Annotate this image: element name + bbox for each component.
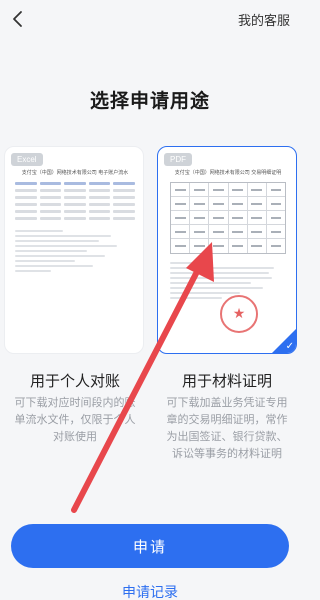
chevron-left-icon [13, 11, 22, 27]
my-service-link[interactable]: 我的客服 [238, 10, 290, 29]
excel-preview: 支付宝（中国）网络技术有限公司 电子账户流水 [15, 169, 135, 275]
option-label-personal-reconciliation: 用于个人对账 [29, 372, 120, 390]
preview-table [170, 182, 286, 254]
checkmark-icon: ✓ [285, 341, 294, 352]
pdf-preview: 支付宝（中国）网络技术有限公司 交易明细证明 [170, 169, 286, 302]
page-title: 选择申请用途 [89, 90, 210, 112]
preview-doc-title: 支付宝（中国）网络技术有限公司 电子账户流水 [21, 170, 129, 176]
option-card-material-proof[interactable]: PDF 支付宝（中国）网络技术有限公司 交易明细证明 ★ ✓ [157, 146, 297, 354]
option-card-personal-reconciliation[interactable]: Excel 支付宝（中国）网络技术有限公司 电子账户流水 [4, 146, 144, 354]
file-type-badge: PDF [164, 153, 192, 166]
option-label-material-proof: 用于材料证明 [181, 372, 272, 390]
application-records-link[interactable]: 申请记录 [0, 582, 300, 600]
file-type-badge: Excel [11, 153, 43, 166]
preview-doc-title: 支付宝（中国）网络技术有限公司 交易明细证明 [174, 170, 282, 176]
option-desc-personal-reconciliation: 可下载对应时间段内的账单流水文件，仅限于个人对账使用 [14, 396, 136, 443]
official-seal-icon: ★ [220, 295, 258, 333]
option-desc-material-proof: 可下载加盖业务凭证专用章的交易明细证明，常作为出国签证、银行贷款、诉讼等事务的材… [166, 396, 288, 460]
back-button[interactable] [6, 8, 28, 30]
apply-button[interactable]: 申请 [11, 524, 289, 568]
